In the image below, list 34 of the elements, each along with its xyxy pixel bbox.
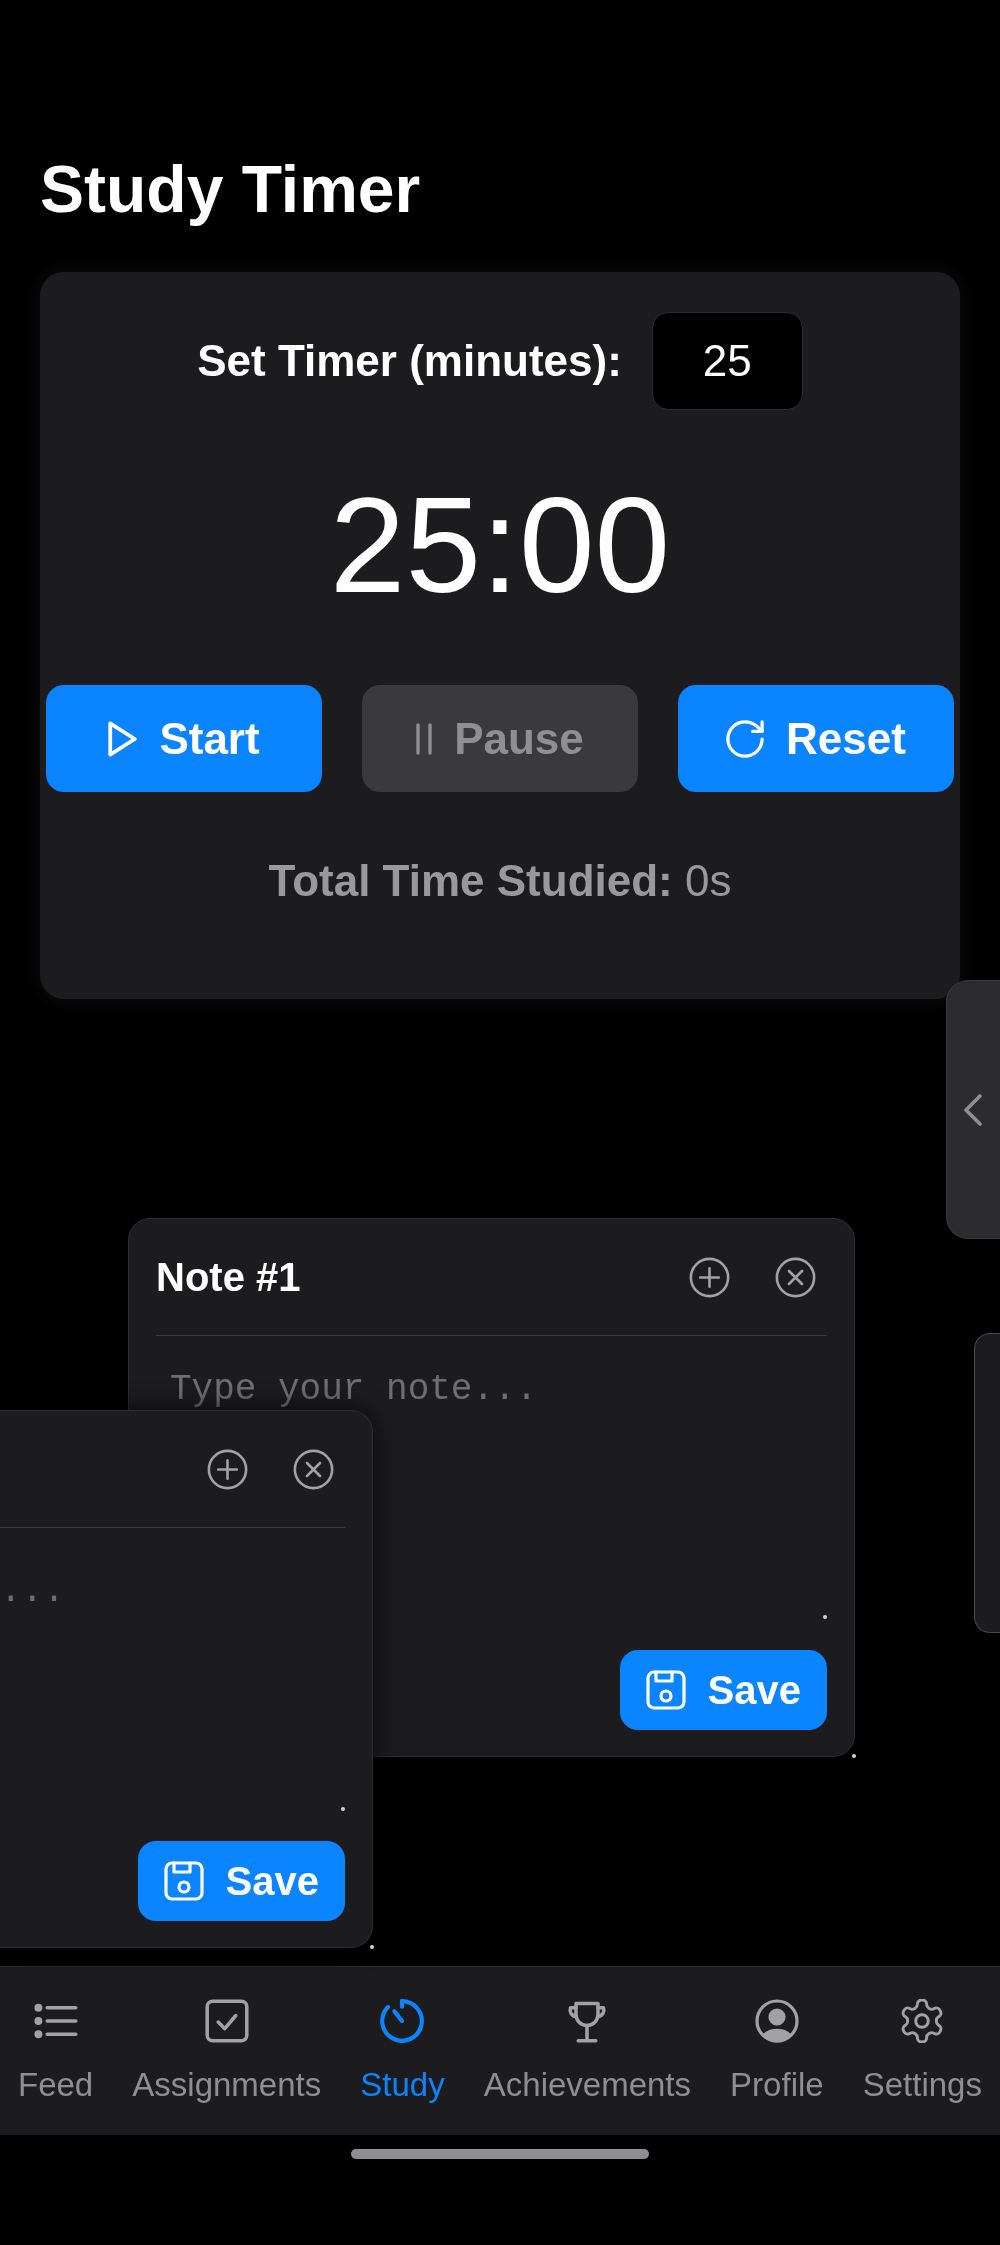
- settings-icon: [900, 1999, 945, 2043]
- note-title: Note #1: [156, 1254, 301, 1301]
- nav-tab[interactable]: Profile: [730, 1967, 824, 2135]
- play-icon: [108, 720, 138, 757]
- pause-icon: [416, 722, 433, 755]
- total-time-studied: Total Time Studied: 0s: [268, 855, 732, 907]
- resize-grip-icon[interactable]: [852, 1754, 856, 1758]
- checkbox-icon: [204, 1999, 249, 2043]
- start-button[interactable]: Start: [46, 685, 322, 792]
- timer-icon: [380, 1999, 425, 2043]
- close-icon[interactable]: [293, 1448, 334, 1490]
- reset-icon: [726, 719, 765, 758]
- nav-tab[interactable]: Assignments: [132, 1967, 322, 2135]
- resize-grip-icon[interactable]: [823, 1615, 827, 1619]
- close-icon[interactable]: [775, 1256, 816, 1298]
- minutes-input[interactable]: 25: [651, 312, 803, 410]
- add-icon[interactable]: [689, 1256, 730, 1298]
- nav-tab[interactable]: Feed: [18, 1967, 94, 2135]
- reset-button[interactable]: Reset: [678, 685, 954, 792]
- add-icon[interactable]: [207, 1448, 248, 1490]
- note-dialog[interactable]: ... Save: [0, 1410, 373, 1948]
- screen-title: Study Timer: [40, 151, 421, 228]
- nav-tab[interactable]: Settings: [862, 1967, 982, 2135]
- nav-tab[interactable]: Study: [360, 1967, 445, 2135]
- resize-grip-icon[interactable]: [341, 1807, 345, 1811]
- resize-grip-icon[interactable]: [370, 1945, 374, 1949]
- set-timer-label: Set Timer (minutes):: [197, 335, 622, 387]
- save-button[interactable]: Save: [619, 1650, 827, 1730]
- user-icon: [754, 1999, 799, 2043]
- save-button[interactable]: Save: [137, 1841, 345, 1921]
- nav-tab[interactable]: Achievements: [483, 1967, 692, 2135]
- side-panel-handle[interactable]: [946, 980, 1000, 1239]
- countdown-display: 25:00: [329, 477, 671, 613]
- chevron-left-icon: [963, 1093, 984, 1126]
